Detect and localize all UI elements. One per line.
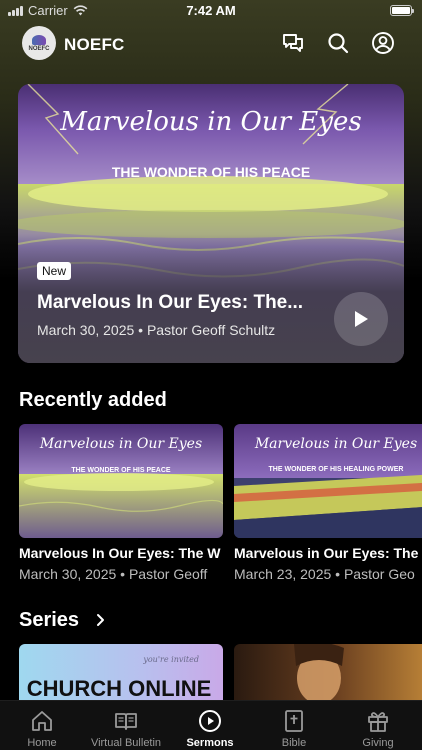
tab-bar: Home Virtual Bulletin Sermons Bible Givi… bbox=[0, 700, 422, 750]
tab-home[interactable]: Home bbox=[0, 701, 84, 750]
tab-label: Giving bbox=[362, 737, 394, 749]
sermon-thumbnail: Marvelous in Our Eyes THE WONDER OF HIS … bbox=[19, 424, 223, 538]
tab-sermons[interactable]: Sermons bbox=[168, 701, 252, 750]
hero-meta: March 30, 2025 • Pastor Geoff Schultz bbox=[37, 322, 276, 338]
gift-icon bbox=[368, 712, 388, 732]
series-card[interactable]: you're invited CHURCH ONLINE bbox=[19, 644, 223, 700]
status-time: 7:42 AM bbox=[186, 3, 236, 18]
app-title: NOEFC bbox=[64, 35, 125, 54]
play-button[interactable] bbox=[334, 292, 388, 346]
series-card[interactable] bbox=[234, 644, 422, 700]
tab-label: Bible bbox=[281, 737, 307, 749]
card-art-title: Marvelous in Our Eyes bbox=[254, 436, 417, 452]
card-art-subtitle: THE WONDER OF HIS HEALING POWER bbox=[269, 466, 404, 473]
card-art-title: Marvelous in Our Eyes bbox=[39, 436, 202, 452]
play-icon bbox=[355, 311, 368, 327]
battery-icon bbox=[390, 5, 414, 16]
sermon-card[interactable]: Marvelous in Our Eyes THE WONDER OF HIS … bbox=[19, 424, 223, 586]
book-icon bbox=[115, 713, 137, 730]
hero-art-title: Marvelous in Our Eyes bbox=[59, 107, 361, 137]
sermon-title: Marvelous In Our Eyes: The W bbox=[19, 545, 221, 561]
hero-art-subtitle: THE WONDER OF HIS PEACE bbox=[112, 164, 310, 180]
series-artwork: you're invited CHURCH ONLINE bbox=[19, 644, 223, 700]
sermon-meta: March 30, 2025 • Pastor Geoff bbox=[19, 566, 208, 582]
sermon-meta: March 23, 2025 • Pastor Geo bbox=[234, 566, 415, 582]
search-icon[interactable] bbox=[326, 31, 350, 55]
sermon-thumbnail: Marvelous in Our Eyes THE WONDER OF HIS … bbox=[234, 424, 422, 538]
sermon-card[interactable]: Marvelous in Our Eyes THE WONDER OF HIS … bbox=[234, 424, 422, 586]
tab-giving[interactable]: Giving bbox=[336, 701, 420, 750]
chat-icon[interactable] bbox=[281, 31, 305, 55]
featured-sermon-card[interactable]: Marvelous in Our Eyes THE WONDER OF HIS … bbox=[18, 84, 404, 363]
chevron-right-icon[interactable] bbox=[95, 613, 107, 627]
home-icon bbox=[32, 711, 52, 731]
tab-bible[interactable]: Bible bbox=[252, 701, 336, 750]
logo-leaf-icon bbox=[32, 34, 46, 45]
new-badge: New bbox=[37, 262, 72, 280]
app-header: NOEFC NOEFC bbox=[0, 26, 422, 62]
series-artwork bbox=[234, 644, 422, 700]
status-bar: Carrier 7:42 AM bbox=[0, 0, 422, 22]
series-heading[interactable]: Series bbox=[19, 609, 79, 632]
sermon-title: Marvelous in Our Eyes: The bbox=[234, 545, 419, 561]
church-logo[interactable]: NOEFC bbox=[22, 26, 56, 60]
series-art-title: CHURCH ONLINE bbox=[27, 676, 212, 700]
tab-label: Sermons bbox=[186, 737, 234, 749]
recently-added-heading: Recently added bbox=[19, 389, 167, 411]
card-art-subtitle: THE WONDER OF HIS PEACE bbox=[71, 467, 171, 474]
account-icon[interactable] bbox=[371, 31, 395, 55]
tab-label: Virtual Bulletin bbox=[90, 737, 162, 749]
logo-text: NOEFC bbox=[28, 45, 50, 52]
bible-icon bbox=[285, 710, 303, 732]
tab-virtual-bulletin[interactable]: Virtual Bulletin bbox=[84, 701, 168, 750]
hero-title[interactable]: Marvelous In Our Eyes: The... bbox=[37, 292, 327, 314]
play-circle-icon bbox=[199, 710, 221, 732]
tab-label: Home bbox=[27, 737, 57, 749]
series-art-tag: you're invited bbox=[142, 655, 199, 664]
